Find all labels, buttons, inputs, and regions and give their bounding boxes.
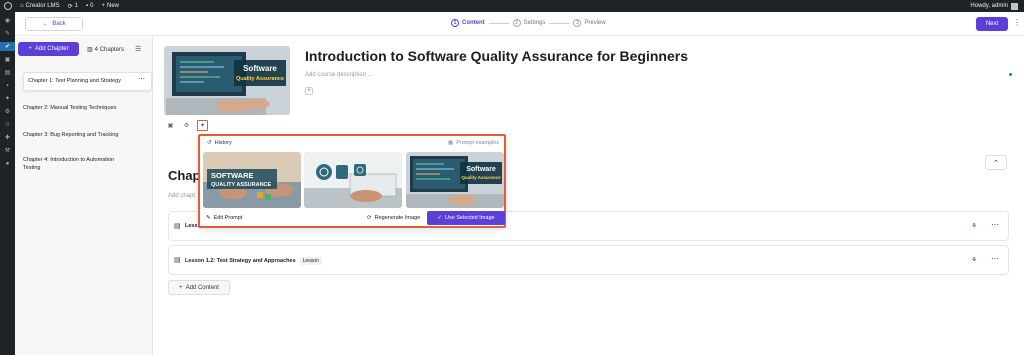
course-thumbnail-image: Software Quality Assurance	[164, 46, 290, 115]
image-3-title-line-1: Software	[466, 166, 496, 173]
updates-link[interactable]: ⟳ 1	[68, 3, 78, 10]
grid-icon: ▦	[448, 140, 454, 146]
add-content-button[interactable]: + Add Content	[168, 280, 230, 295]
pencil-icon: ✎	[206, 215, 211, 221]
sidebar-chapter-1[interactable]: Chapter 1: Test Planning and Strategy ⋯	[23, 72, 152, 91]
history-icon: ↺	[207, 140, 212, 146]
course-title[interactable]: Introduction to Software Quality Assuran…	[305, 48, 688, 64]
comments-icon[interactable]: ▪	[0, 81, 15, 90]
lesson-options-icon[interactable]: ⋯	[991, 254, 999, 263]
stepper: 1 Content 2 Settings 3 Preview	[451, 19, 606, 27]
add-block-button[interactable]: +	[305, 87, 313, 95]
chapter-count: ▥ 4 Chapters	[87, 46, 125, 54]
settings-icon[interactable]: ⚙	[182, 121, 191, 130]
generated-image-option-3[interactable]: Software Quality Assurance	[406, 152, 504, 208]
lesson-row[interactable]: ▤ Lesson 1.2: Test Strategy and Approach…	[168, 245, 1009, 275]
wordpress-logo-icon[interactable]	[4, 2, 12, 10]
pin-icon[interactable]: ✎	[0, 29, 15, 38]
image-icon[interactable]: ▣	[166, 121, 175, 130]
home-icon: ⌂	[20, 3, 24, 9]
image-1-title-line-1: SOFTWARE	[211, 171, 254, 180]
step-divider	[549, 22, 570, 24]
generated-image-2	[304, 152, 402, 208]
plus-icon: +	[28, 46, 32, 52]
arrow-left-icon: ←	[42, 21, 49, 27]
history-button[interactable]: ↺ History	[207, 140, 232, 146]
edit-prompt-button[interactable]: ✎ Edit Prompt	[206, 215, 242, 221]
status-dot	[1009, 73, 1012, 76]
refresh-icon: ⟳	[67, 3, 73, 10]
chapter-options-icon[interactable]: ⋯	[138, 76, 145, 84]
generated-image-option-1[interactable]: SOFTWARE QUALITY ASSURANCE	[203, 152, 301, 208]
site-name-link[interactable]: ⌂ Creator LMS	[20, 3, 60, 9]
ai-image-popup: ↺ History ▦ Prompt examples SOFTWARE QUA…	[198, 134, 506, 228]
wp-admin-bar: ⌂ Creator LMS ⟳ 1 ▪ 0 + New Howdy, admin	[0, 0, 1024, 12]
collapse-sidebar-icon[interactable]: ☰	[135, 45, 141, 53]
plus-icon: +	[101, 3, 106, 9]
book-icon: ▥	[87, 47, 93, 53]
ai-generate-icon[interactable]: ✦	[197, 120, 208, 131]
next-button[interactable]: Next	[976, 17, 1008, 31]
sidebar-chapter-4[interactable]: Chapter 4: Introduction to Automation Te…	[23, 156, 119, 172]
refresh-icon: ⟳	[367, 215, 372, 221]
wp-admin-menu: ◉ ✎ ✔ ▣ ▤ ▪ ✦ ⚙ ☺ ✚ ⚒ ●	[0, 12, 15, 355]
thumbnail-title-line-1: Software	[243, 64, 277, 73]
step-settings[interactable]: 2 Settings	[512, 19, 545, 27]
generated-image-3: Software Quality Assurance	[406, 152, 504, 208]
course-thumbnail[interactable]: Software Quality Assurance	[164, 46, 290, 115]
collapse-chapter-button[interactable]: ⌃	[985, 155, 1007, 170]
more-options-icon[interactable]: ⋮	[1013, 18, 1021, 27]
editor-topbar: ← Back 1 Content 2 Settings 3 Preview Ne…	[15, 12, 1024, 36]
lesson-name: Lesson 1.2: Test Strategy and Approaches	[185, 258, 296, 264]
sidebar-chapter-3[interactable]: Chapter 3: Bug Reporting and Tracking	[23, 131, 151, 139]
main-content: Software Quality Assurance Introduction …	[153, 37, 1024, 355]
chapter-sidebar: + Add Chapter ▥ 4 Chapters ☰ Chapter 1: …	[15, 37, 153, 355]
image-1-title-line-2: QUALITY ASSURANCE	[211, 182, 272, 188]
check-icon: ✓	[437, 215, 443, 221]
chapter-description-input[interactable]: Add chapt	[168, 193, 195, 199]
ai-lesson-icon[interactable]: ⚘	[971, 256, 977, 264]
account-menu[interactable]: Howdy, admin	[970, 2, 1018, 10]
use-selected-image-button[interactable]: ✓ Use Selected Image	[427, 211, 505, 225]
settings-icon[interactable]: ⚒	[0, 146, 15, 155]
lms-icon[interactable]: ✔	[0, 42, 15, 51]
regenerate-image-button[interactable]: ⟳ Regenerate Image	[367, 215, 420, 221]
chevrons-up-icon: ⌃	[993, 159, 999, 167]
dashboard-icon[interactable]: ◉	[0, 16, 15, 25]
collapse-menu-icon[interactable]: ●	[0, 159, 15, 168]
add-chapter-button[interactable]: + Add Chapter	[18, 42, 79, 56]
appearance-icon[interactable]: ✦	[0, 94, 15, 103]
tools-icon[interactable]: ✚	[0, 133, 15, 142]
lesson-options-icon[interactable]: ⋯	[991, 220, 999, 229]
lesson-name: Less	[185, 223, 198, 229]
lesson-icon: ▤	[174, 223, 181, 230]
avatar	[1011, 2, 1018, 10]
generated-image-option-2[interactable]	[304, 152, 402, 208]
step-divider	[488, 22, 509, 24]
new-content-link[interactable]: + New	[102, 3, 120, 9]
comments-link[interactable]: ▪ 0	[86, 3, 93, 9]
ai-lesson-icon[interactable]: ⚘	[971, 222, 977, 230]
step-preview[interactable]: 3 Preview	[573, 19, 606, 27]
generated-image-1: SOFTWARE QUALITY ASSURANCE	[203, 152, 301, 208]
image-3-title-line-2: Quality Assurance	[461, 175, 501, 180]
plugins-icon[interactable]: ⚙	[0, 107, 15, 116]
users-icon[interactable]: ☺	[0, 120, 15, 129]
back-button[interactable]: ← Back	[25, 17, 83, 31]
comment-icon: ▪	[86, 3, 89, 9]
lesson-icon: ▤	[174, 257, 181, 264]
media-icon[interactable]: ▣	[0, 55, 15, 64]
lesson-type-badge: Lesson	[299, 257, 322, 265]
course-description-input[interactable]: Add course description ...	[305, 72, 373, 78]
thumbnail-title-line-2: Quality Assurance	[236, 76, 284, 82]
prompt-examples-button[interactable]: ▦ Prompt examples	[448, 140, 499, 146]
pages-icon[interactable]: ▤	[0, 68, 15, 77]
step-content[interactable]: 1 Content	[451, 19, 485, 27]
plus-icon: +	[179, 284, 183, 291]
sidebar-chapter-2[interactable]: Chapter 2: Manual Testing Techniques	[23, 104, 151, 112]
